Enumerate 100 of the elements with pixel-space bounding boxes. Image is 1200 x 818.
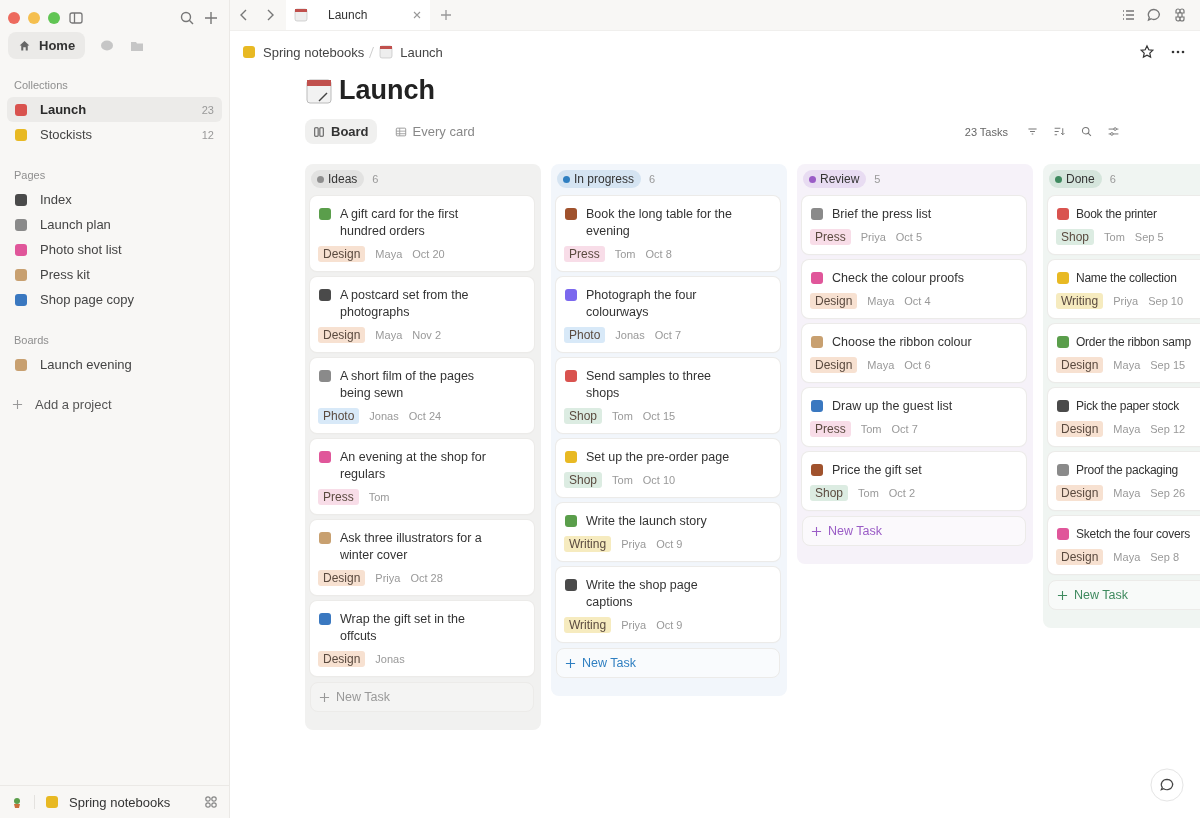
task-card[interactable]: Photograph the four colourways Photo Jonas Oct 7	[556, 277, 780, 352]
tag: Press	[810, 229, 851, 245]
assignee: Priya	[621, 538, 647, 550]
zoom-window-button[interactable]	[48, 12, 60, 24]
tag: Shop	[564, 408, 603, 424]
sidebar-item[interactable]: Launch 23	[7, 97, 222, 122]
grid-icon[interactable]	[203, 794, 219, 810]
card-title: Draw up the guest list	[832, 398, 954, 415]
sidebar-item[interactable]: Launch plan	[7, 212, 222, 237]
square-icon	[14, 242, 28, 257]
new-tab-icon[interactable]	[438, 7, 454, 23]
calendar-icon	[294, 8, 308, 22]
sidebar-item[interactable]: Index	[7, 187, 222, 212]
due-date: Nov 2	[412, 329, 441, 341]
column-count: 6	[372, 173, 379, 185]
plus-icon	[319, 691, 330, 703]
due-date: Sep 8	[1150, 551, 1179, 563]
task-card[interactable]: Pick the paper stock Design Maya Sep 12	[1048, 388, 1200, 446]
sidebar-item[interactable]: Stockists 12	[7, 122, 222, 147]
search-icon[interactable]	[179, 10, 195, 26]
close-icon[interactable]	[412, 10, 422, 20]
column-count: 6	[1109, 173, 1116, 185]
due-date: Sep 15	[1150, 359, 1186, 371]
sidebar-item[interactable]: Shop page copy	[7, 287, 222, 312]
list-icon[interactable]	[1120, 7, 1136, 23]
breadcrumb-link[interactable]: Launch	[400, 44, 443, 60]
task-card[interactable]: An evening at the shop for regulars Press Tom	[310, 439, 534, 514]
search-icon[interactable]	[1080, 125, 1093, 138]
workspace-name[interactable]: Spring notebooks	[69, 794, 193, 810]
sidebar-item[interactable]: Launch evening	[7, 352, 222, 377]
tag: Press	[318, 489, 359, 505]
task-card[interactable]: Brief the press list Press Priya Oct 5	[802, 196, 1026, 254]
task-card[interactable]: Book the printer Shop Tom Sep 5	[1048, 196, 1200, 254]
status-pill: Review	[803, 170, 867, 188]
square-icon	[564, 369, 578, 383]
square-icon	[318, 207, 332, 221]
new-task-button[interactable]: New Task	[1048, 580, 1200, 610]
task-card[interactable]: A short film of the pages being sewn Photo Jonas Oct 24	[310, 358, 534, 433]
calendar-icon	[379, 45, 394, 59]
task-card[interactable]: Wrap the gift set in the offcuts Design Jonas	[310, 601, 534, 676]
assignee: Priya	[860, 231, 886, 243]
sort-icon[interactable]	[1053, 125, 1066, 138]
new-task-button[interactable]: New Task	[556, 648, 780, 678]
view-tab[interactable]: Every card	[386, 119, 483, 144]
square-icon	[14, 127, 28, 142]
task-card[interactable]: Send samples to three shops Shop Tom Oct 15	[556, 358, 780, 433]
section-heading: Boards	[13, 333, 50, 348]
add-project-button[interactable]: Add a project	[0, 377, 124, 412]
due-date: Oct 2	[888, 487, 916, 499]
due-date: Oct 20	[412, 248, 445, 260]
due-date: Sep 12	[1150, 423, 1186, 435]
sidebar-item[interactable]: Photo shot list	[7, 237, 222, 262]
breadcrumb-link[interactable]: Spring notebooks	[263, 44, 365, 60]
task-card[interactable]: Proof the packaging Design Maya Sep 26	[1048, 452, 1200, 510]
card-title: Wrap the gift set in the offcuts	[340, 611, 466, 645]
task-card[interactable]: Ask three illustrators for a winter cover Design Priya Oct 28	[310, 520, 534, 595]
task-card[interactable]: Write the launch story Writing Priya Oct 9	[556, 503, 780, 561]
square-icon	[1056, 463, 1070, 477]
due-date: Oct 9	[656, 619, 683, 631]
tag: Design	[318, 327, 366, 343]
add-icon[interactable]	[203, 10, 219, 26]
task-card[interactable]: Sketch the four covers Design Maya Sep 8	[1048, 516, 1200, 574]
task-card[interactable]: Order the ribbon samp Design Maya Sep 15	[1048, 324, 1200, 382]
tag: Design	[318, 246, 366, 262]
task-card[interactable]: Write the shop page captions Writing Priya Oct 9	[556, 567, 780, 642]
sidebar-toggle-icon[interactable]	[68, 10, 84, 26]
task-card[interactable]: Draw up the guest list Press Tom Oct 7	[802, 388, 1026, 446]
task-card[interactable]: Set up the pre-order page Shop Tom Oct 10	[556, 439, 780, 497]
close-window-button[interactable]	[8, 12, 20, 24]
tag: Press	[810, 421, 851, 437]
star-icon[interactable]	[1139, 44, 1155, 60]
square-icon	[14, 357, 28, 372]
command-icon[interactable]	[1172, 7, 1188, 23]
new-task-button[interactable]: New Task	[802, 516, 1026, 546]
task-card[interactable]: A postcard set from the photographs Design Maya Nov 2	[310, 277, 534, 352]
task-card[interactable]: Choose the ribbon colour Design Maya Oct 6	[802, 324, 1026, 382]
settings-icon[interactable]	[1107, 125, 1120, 138]
assignee: Tom	[612, 410, 633, 422]
task-card[interactable]: Check the colour proofs Design Maya Oct 4	[802, 260, 1026, 318]
home-button[interactable]: Home	[8, 32, 86, 59]
assignee: Tom	[368, 491, 390, 503]
square-icon	[14, 292, 28, 307]
task-card[interactable]: Book the long table for the evening Press Tom Oct 8	[556, 196, 780, 271]
square-icon	[1056, 207, 1070, 221]
assignee: Maya	[867, 359, 895, 371]
task-card[interactable]: A gift card for the first hundred orders Design Maya Oct 20	[310, 196, 534, 271]
filter-icon[interactable]	[1026, 125, 1039, 138]
tag: Design	[1056, 485, 1104, 501]
tag: Photo	[564, 327, 606, 343]
chat-button[interactable]	[1150, 768, 1184, 802]
browser-tab[interactable]: Launch	[286, 0, 430, 30]
chat-icon[interactable]	[1146, 7, 1162, 23]
task-card[interactable]: Price the gift set Shop Tom Oct 2	[802, 452, 1026, 510]
view-tab[interactable]: Board	[305, 119, 377, 144]
sidebar-item[interactable]: Press kit	[7, 262, 222, 287]
assignee: Tom	[858, 487, 879, 499]
card-title: Write the launch story	[586, 513, 708, 530]
task-card[interactable]: Name the collection Writing Priya Sep 10	[1048, 260, 1200, 318]
tag: Design	[318, 651, 366, 667]
due-date: Oct 28	[410, 572, 443, 584]
